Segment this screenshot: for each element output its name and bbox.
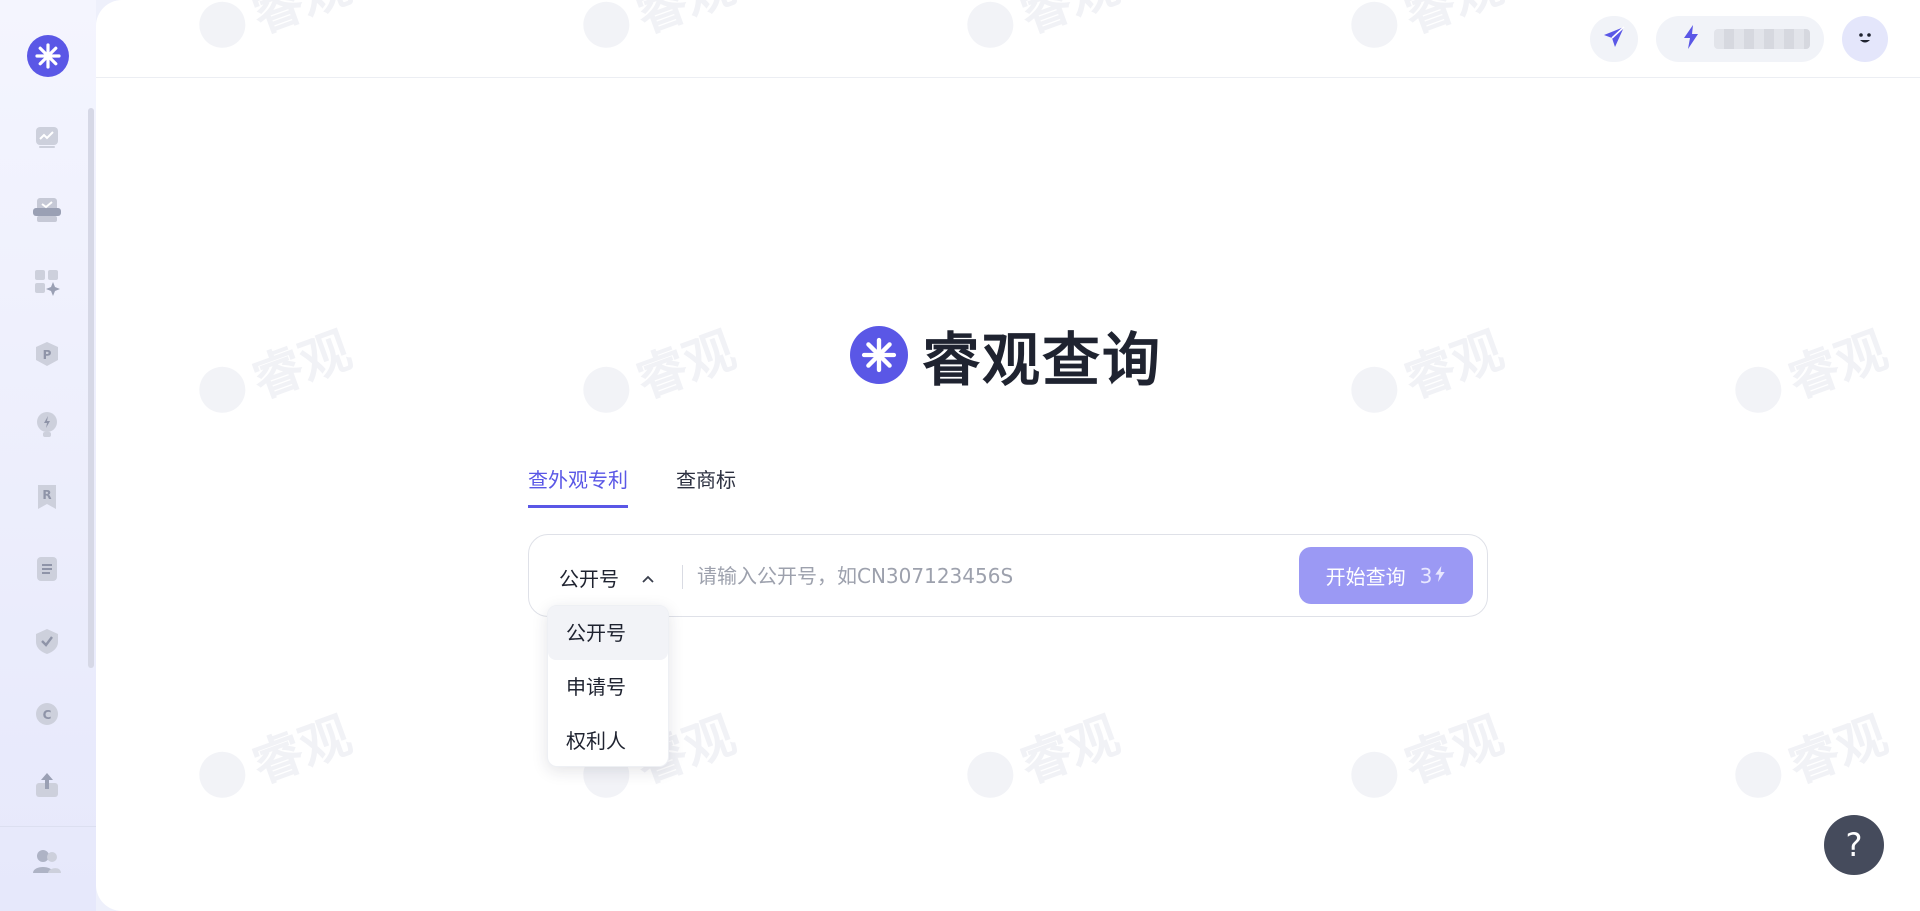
dropdown-option-rights-holder[interactable]: 权利人 [548,714,668,768]
watermark: 睿观 [188,310,359,431]
smiley-avatar-icon [1852,24,1878,54]
search-tabs: 查外观专利 查商标 [528,462,736,512]
divider [682,565,683,589]
search-type-select[interactable]: 公开号 [559,559,655,595]
tab-design-patent[interactable]: 查外观专利 [528,462,628,508]
sidebar-upload-icon[interactable] [30,768,64,802]
watermark: 睿观 [1340,310,1511,431]
search-type-value: 公开号 [559,566,619,591]
question-mark-icon: ? [1845,826,1863,864]
tab-trademark[interactable]: 查商标 [676,462,736,508]
svg-text:P: P [43,348,52,362]
watermark: 睿观 [1340,695,1511,816]
watermark: 睿观 [956,695,1127,816]
app-logo-icon[interactable] [27,35,69,77]
sidebar-scanner-icon[interactable] [30,193,64,227]
search-input[interactable] [697,555,1277,597]
bolt-icon [1682,24,1700,54]
dropdown-option-application-number[interactable]: 申请号 [548,660,668,714]
start-search-label: 开始查询 [1325,565,1406,589]
sidebar-scrollbar[interactable] [88,108,94,668]
page-title-text: 睿观查询 [922,326,1163,394]
dropdown-option-publication-number[interactable]: 公开号 [548,606,668,660]
sidebar-report-r-icon[interactable]: R [30,480,64,514]
send-button[interactable] [1590,16,1638,62]
start-search-button[interactable]: 开始查询 3 [1299,547,1473,604]
sidebar: P R C [0,0,96,911]
page-title: 睿观查询 [850,322,1162,394]
bolt-icon [1434,564,1446,588]
search-cost: 3 [1420,564,1447,588]
svg-text:C: C [43,708,52,722]
watermark: 睿观 [1724,310,1895,431]
credits-balance[interactable] [1656,16,1824,62]
watermark: 睿观 [188,695,359,816]
watermark: 睿观 [1724,695,1895,816]
credits-value-redacted [1714,29,1810,49]
sidebar-divider [0,826,96,827]
top-bar [96,0,1920,78]
sidebar-patent-p-icon[interactable]: P [30,337,64,371]
brand-logo-icon [850,326,908,384]
user-avatar[interactable] [1842,16,1888,62]
sidebar-users-icon[interactable] [30,845,64,879]
sidebar-document-list-icon[interactable] [30,552,64,586]
chevron-up-icon [641,565,655,589]
help-button[interactable]: ? [1824,815,1884,875]
sidebar-chart-line-icon[interactable] [30,120,64,154]
paper-plane-icon [1602,25,1626,53]
main-panel: 睿观 睿观 睿观 睿观 睿观 睿观 睿观 睿观 睿观 睿观 睿观 睿观 睿观 睿… [96,0,1920,911]
search-type-dropdown: 公开号 申请号 权利人 [547,605,669,767]
sidebar-bulb-bolt-icon[interactable] [30,408,64,442]
svg-text:R: R [42,488,51,502]
sidebar-apps-sparkle-icon[interactable] [30,265,64,299]
sidebar-shield-check-icon[interactable] [30,624,64,658]
search-box: 公开号 开始查询 3 [528,534,1488,617]
search-cost-value: 3 [1419,563,1433,588]
watermark: 睿观 [572,310,743,431]
sidebar-copyright-c-icon[interactable]: C [30,697,64,731]
